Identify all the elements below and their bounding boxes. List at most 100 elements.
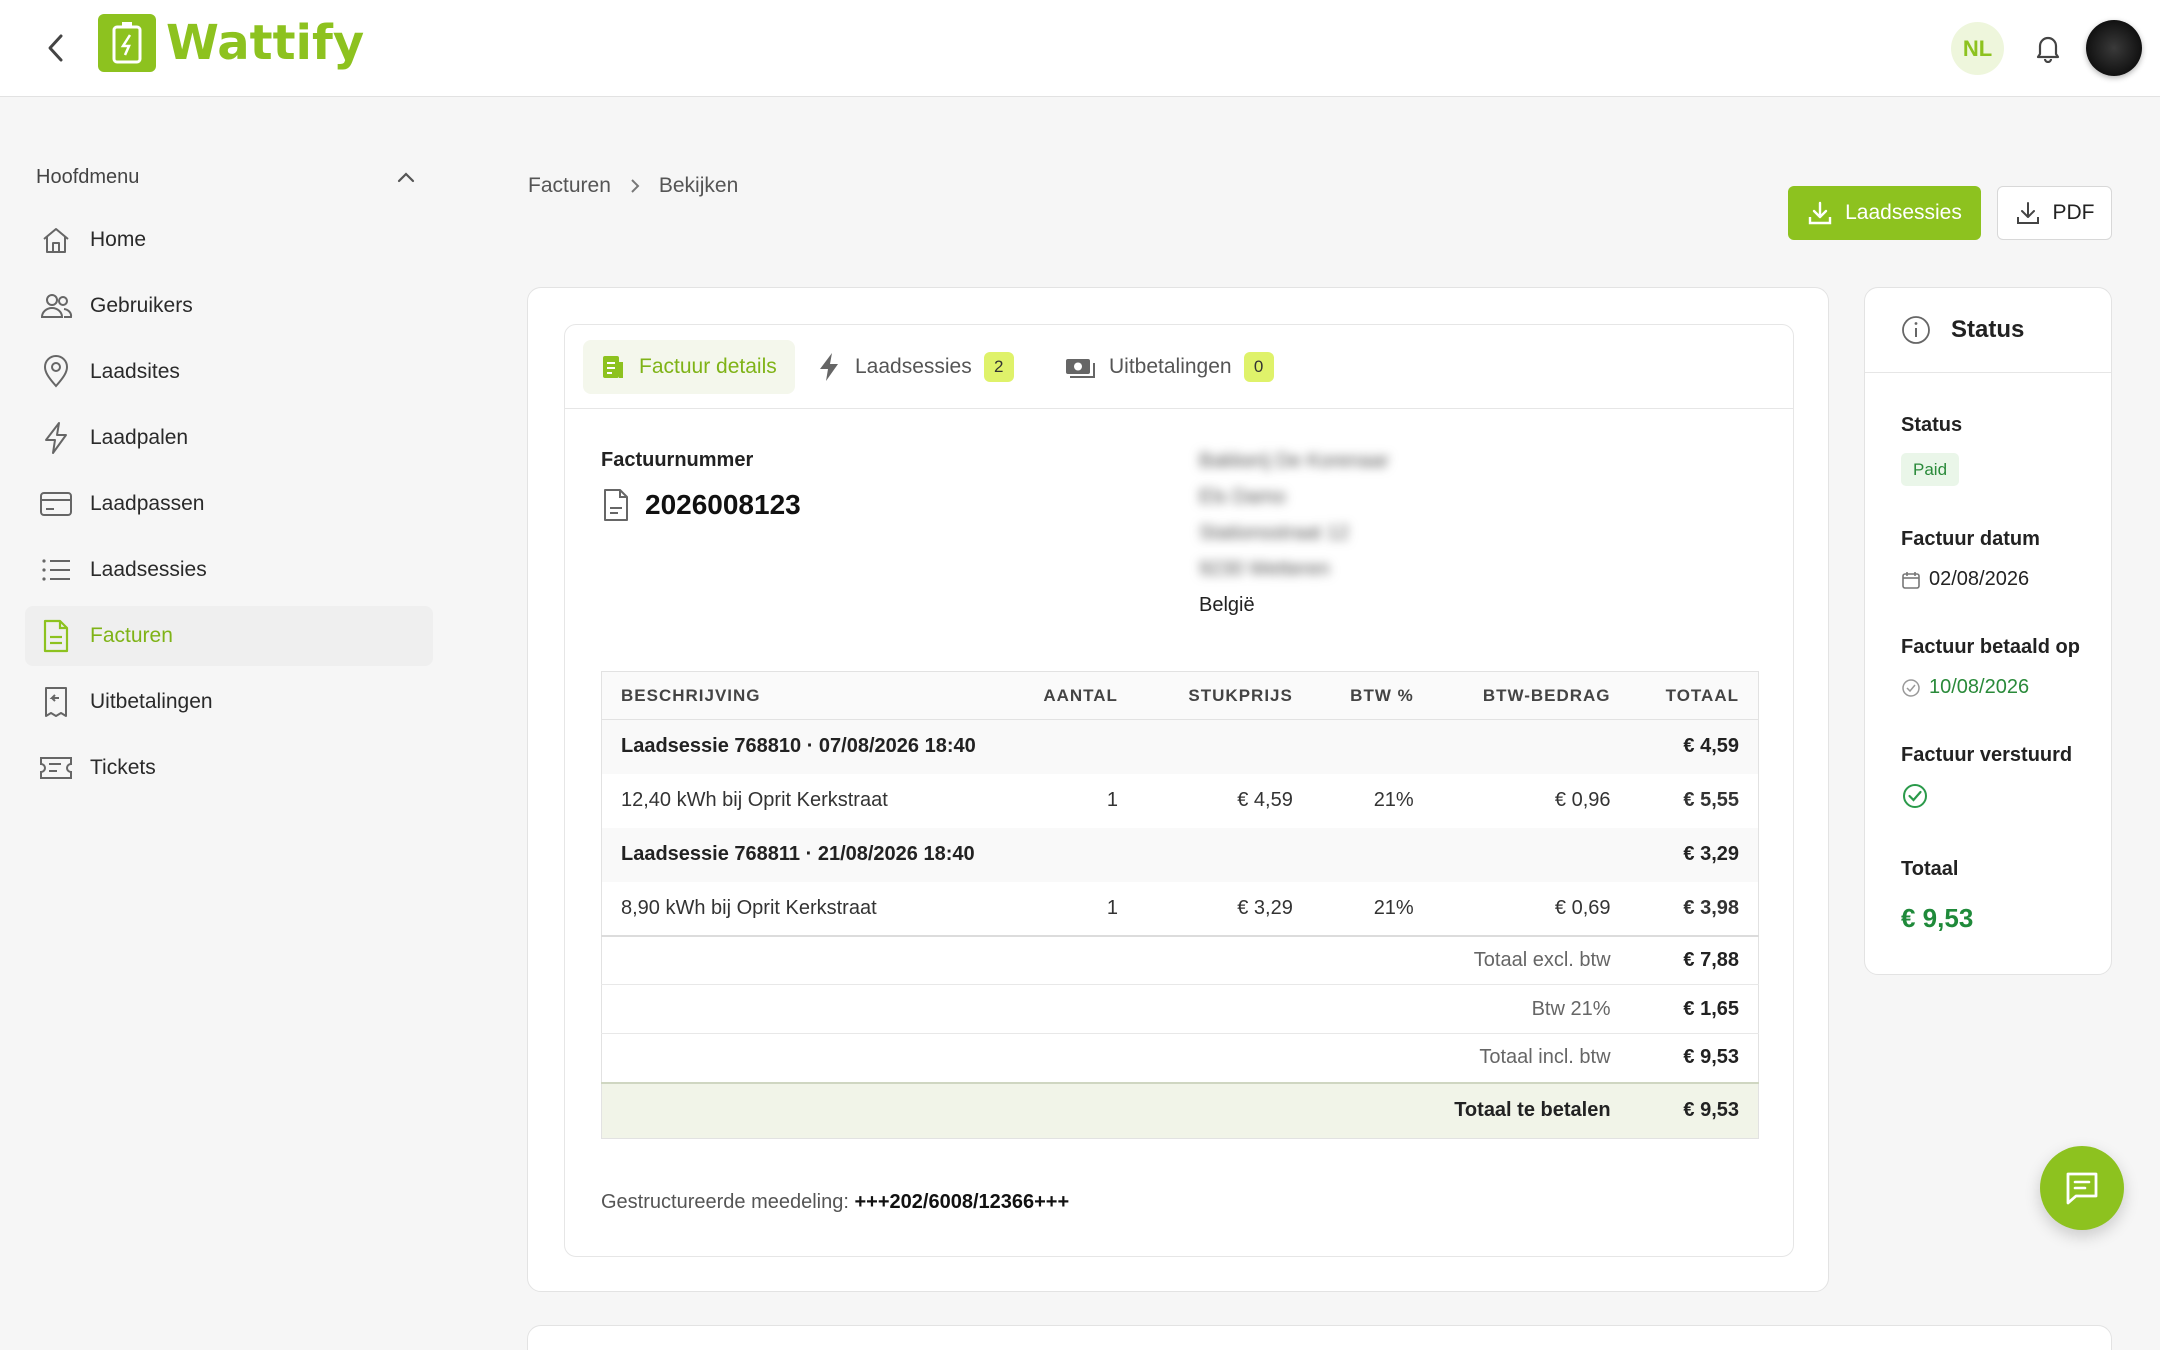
- paid-on-label: Factuur betaald op: [1901, 636, 2080, 658]
- tab-label: Factuur details: [639, 355, 777, 378]
- main-menu-toggle[interactable]: Hoofdmenu: [36, 162, 416, 192]
- table-row: 8,90 kWh bij Oprit Kerkstraat 1 € 3,29 2…: [602, 882, 1759, 936]
- sidebar-item-uitbetalingen[interactable]: Uitbetalingen: [25, 672, 433, 732]
- line-vat-pct: 21%: [1373, 896, 1414, 919]
- paid-on-value: 10/08/2026: [1929, 676, 2030, 698]
- line-qty: 1: [1106, 896, 1118, 919]
- line-unit-price: € 4,59: [1237, 789, 1293, 811]
- secondary-card: [527, 1325, 2112, 1350]
- download-icon: [1808, 201, 1832, 225]
- download-pdf-label: PDF: [2052, 201, 2095, 224]
- line-vat-pct: 21%: [1373, 789, 1414, 811]
- address-country: België: [1199, 594, 1255, 616]
- total-label: Totaal: [1901, 858, 1959, 880]
- ticket-icon: [40, 757, 72, 779]
- breadcrumb-facturen[interactable]: Facturen: [528, 174, 611, 198]
- tab-factuur-details[interactable]: Factuur details: [583, 340, 795, 394]
- sidebar-item-laadsites[interactable]: Laadsites: [25, 342, 433, 402]
- column-header: TOTAAL: [1629, 671, 1759, 720]
- card-icon: [40, 492, 72, 516]
- sidebar-item-home[interactable]: Home: [25, 210, 433, 270]
- download-icon: [2016, 202, 2039, 224]
- top-header: Wattify NL: [0, 0, 2160, 97]
- invoice-lines-table: BESCHRIJVING AANTAL STUKPRIJS BTW % BTW-…: [601, 671, 1759, 1139]
- user-avatar[interactable]: [2086, 20, 2142, 76]
- line-vat-amount: € 0,96: [1554, 789, 1611, 811]
- summary-row: Totaal incl. btw € 9,53: [601, 1033, 1759, 1083]
- tab-laadsessies[interactable]: Laadsessies 2: [799, 340, 1032, 394]
- sidebar-item-facturen[interactable]: Facturen: [25, 606, 433, 666]
- column-header: BTW %: [1311, 671, 1433, 720]
- grand-total-label: Totaal te betalen: [601, 1081, 1630, 1139]
- summary-value: € 9,53: [1629, 1033, 1759, 1083]
- invoice-icon: [43, 619, 69, 653]
- language-selector[interactable]: NL: [1951, 22, 2004, 75]
- sidebar-item-laadsessies[interactable]: Laadsessies: [25, 540, 433, 600]
- table-header-row: BESCHRIJVING AANTAL STUKPRIJS BTW % BTW-…: [601, 671, 1759, 720]
- summary-row: Btw 21% € 1,65: [601, 984, 1759, 1034]
- paid-on: 10/08/2026: [1901, 676, 2029, 699]
- tab-bar: Factuur details Laadsessies 2 Uitbetalin…: [565, 325, 1793, 409]
- chat-button[interactable]: [2040, 1146, 2124, 1230]
- status-badge: Paid: [1901, 453, 1960, 486]
- total-value: € 9,53: [1901, 903, 1974, 933]
- bolt-icon: [45, 422, 67, 454]
- session-title: Laadsessie 768811 · 21/08/2026 18:40: [601, 827, 1630, 882]
- summary-label: Totaal incl. btw: [601, 1033, 1630, 1083]
- sidebar-item-laadpassen[interactable]: Laadpassen: [25, 474, 433, 534]
- column-header: AANTAL: [1021, 671, 1137, 720]
- sidebar-item-tickets[interactable]: Tickets: [25, 738, 433, 798]
- line-description: 12,40 kWh bij Oprit Kerkstraat: [621, 789, 888, 811]
- chat-icon: [2066, 1172, 2098, 1205]
- status-panel-title: Status: [1951, 316, 2025, 343]
- tab-label: Uitbetalingen: [1109, 355, 1232, 378]
- chevron-up-icon: [397, 172, 415, 183]
- check-circle-icon: [1902, 678, 1920, 697]
- grand-total-row: Totaal te betalen € 9,53: [601, 1081, 1759, 1139]
- sidebar-item-label: Tickets: [90, 756, 156, 779]
- map-pin-icon: [43, 355, 69, 388]
- sidebar-item-label: Gebruikers: [90, 294, 193, 317]
- bell-icon: [2036, 36, 2060, 63]
- invoice-number: 2026008123: [645, 489, 801, 520]
- sidebar-item-laadpalen[interactable]: Laadpalen: [25, 408, 433, 468]
- sidebar-item-gebruikers[interactable]: Gebruikers: [25, 276, 433, 336]
- summary-label: Totaal excl. btw: [601, 934, 1630, 985]
- notifications-button[interactable]: [2030, 30, 2066, 66]
- logo[interactable]: Wattify: [98, 14, 364, 72]
- tab-label: Laadsessies: [855, 355, 972, 378]
- count-badge: 0: [1243, 352, 1274, 382]
- status-panel-header: Status: [1865, 288, 2111, 373]
- summary-label: Btw 21%: [601, 984, 1630, 1034]
- invoice-number-label: Factuurnummer: [601, 449, 754, 471]
- invoice-number-row: 2026008123: [601, 488, 801, 522]
- status-panel: Status Status Paid Factuur datum 02/08/2…: [1864, 287, 2112, 975]
- download-pdf-button[interactable]: PDF: [1997, 186, 2112, 240]
- column-header: STUKPRIJS: [1136, 671, 1312, 720]
- address-line: 9230 Wetteren: [1199, 558, 1330, 580]
- main-menu-heading: Hoofdmenu: [36, 165, 140, 188]
- tab-uitbetalingen[interactable]: Uitbetalingen 0: [1047, 340, 1292, 394]
- line-qty: 1: [1106, 789, 1118, 811]
- line-unit-price: € 3,29: [1237, 896, 1293, 919]
- sidebar-item-label: Laadpassen: [90, 492, 205, 515]
- download-laadsessies-button[interactable]: Laadsessies: [1788, 186, 1981, 240]
- structured-communication: Gestructureerde meedeling: +++202/6008/1…: [601, 1191, 1069, 1214]
- summary-row: Totaal excl. btw € 7,88: [601, 934, 1759, 985]
- info-icon: [1902, 316, 1930, 344]
- column-header: BESCHRIJVING: [601, 671, 1021, 720]
- invoice-date-value: 02/08/2026: [1929, 568, 2030, 590]
- list-icon: [42, 559, 70, 581]
- back-button[interactable]: [38, 30, 74, 66]
- chevron-left-icon: [48, 34, 63, 62]
- session-row: Laadsessie 768811 · 21/08/2026 18:40 € 3…: [601, 827, 1759, 882]
- receipt-icon: [45, 687, 67, 717]
- logo-text: Wattify: [166, 15, 365, 71]
- users-icon: [40, 294, 73, 318]
- document-icon: [603, 356, 623, 378]
- summary-value: € 1,65: [1629, 984, 1759, 1034]
- battery-logo-icon: [98, 14, 156, 72]
- cash-icon: [1066, 359, 1095, 378]
- ogm-label: Gestructureerde meedeling:: [601, 1191, 849, 1213]
- grand-total-value: € 9,53: [1629, 1081, 1759, 1139]
